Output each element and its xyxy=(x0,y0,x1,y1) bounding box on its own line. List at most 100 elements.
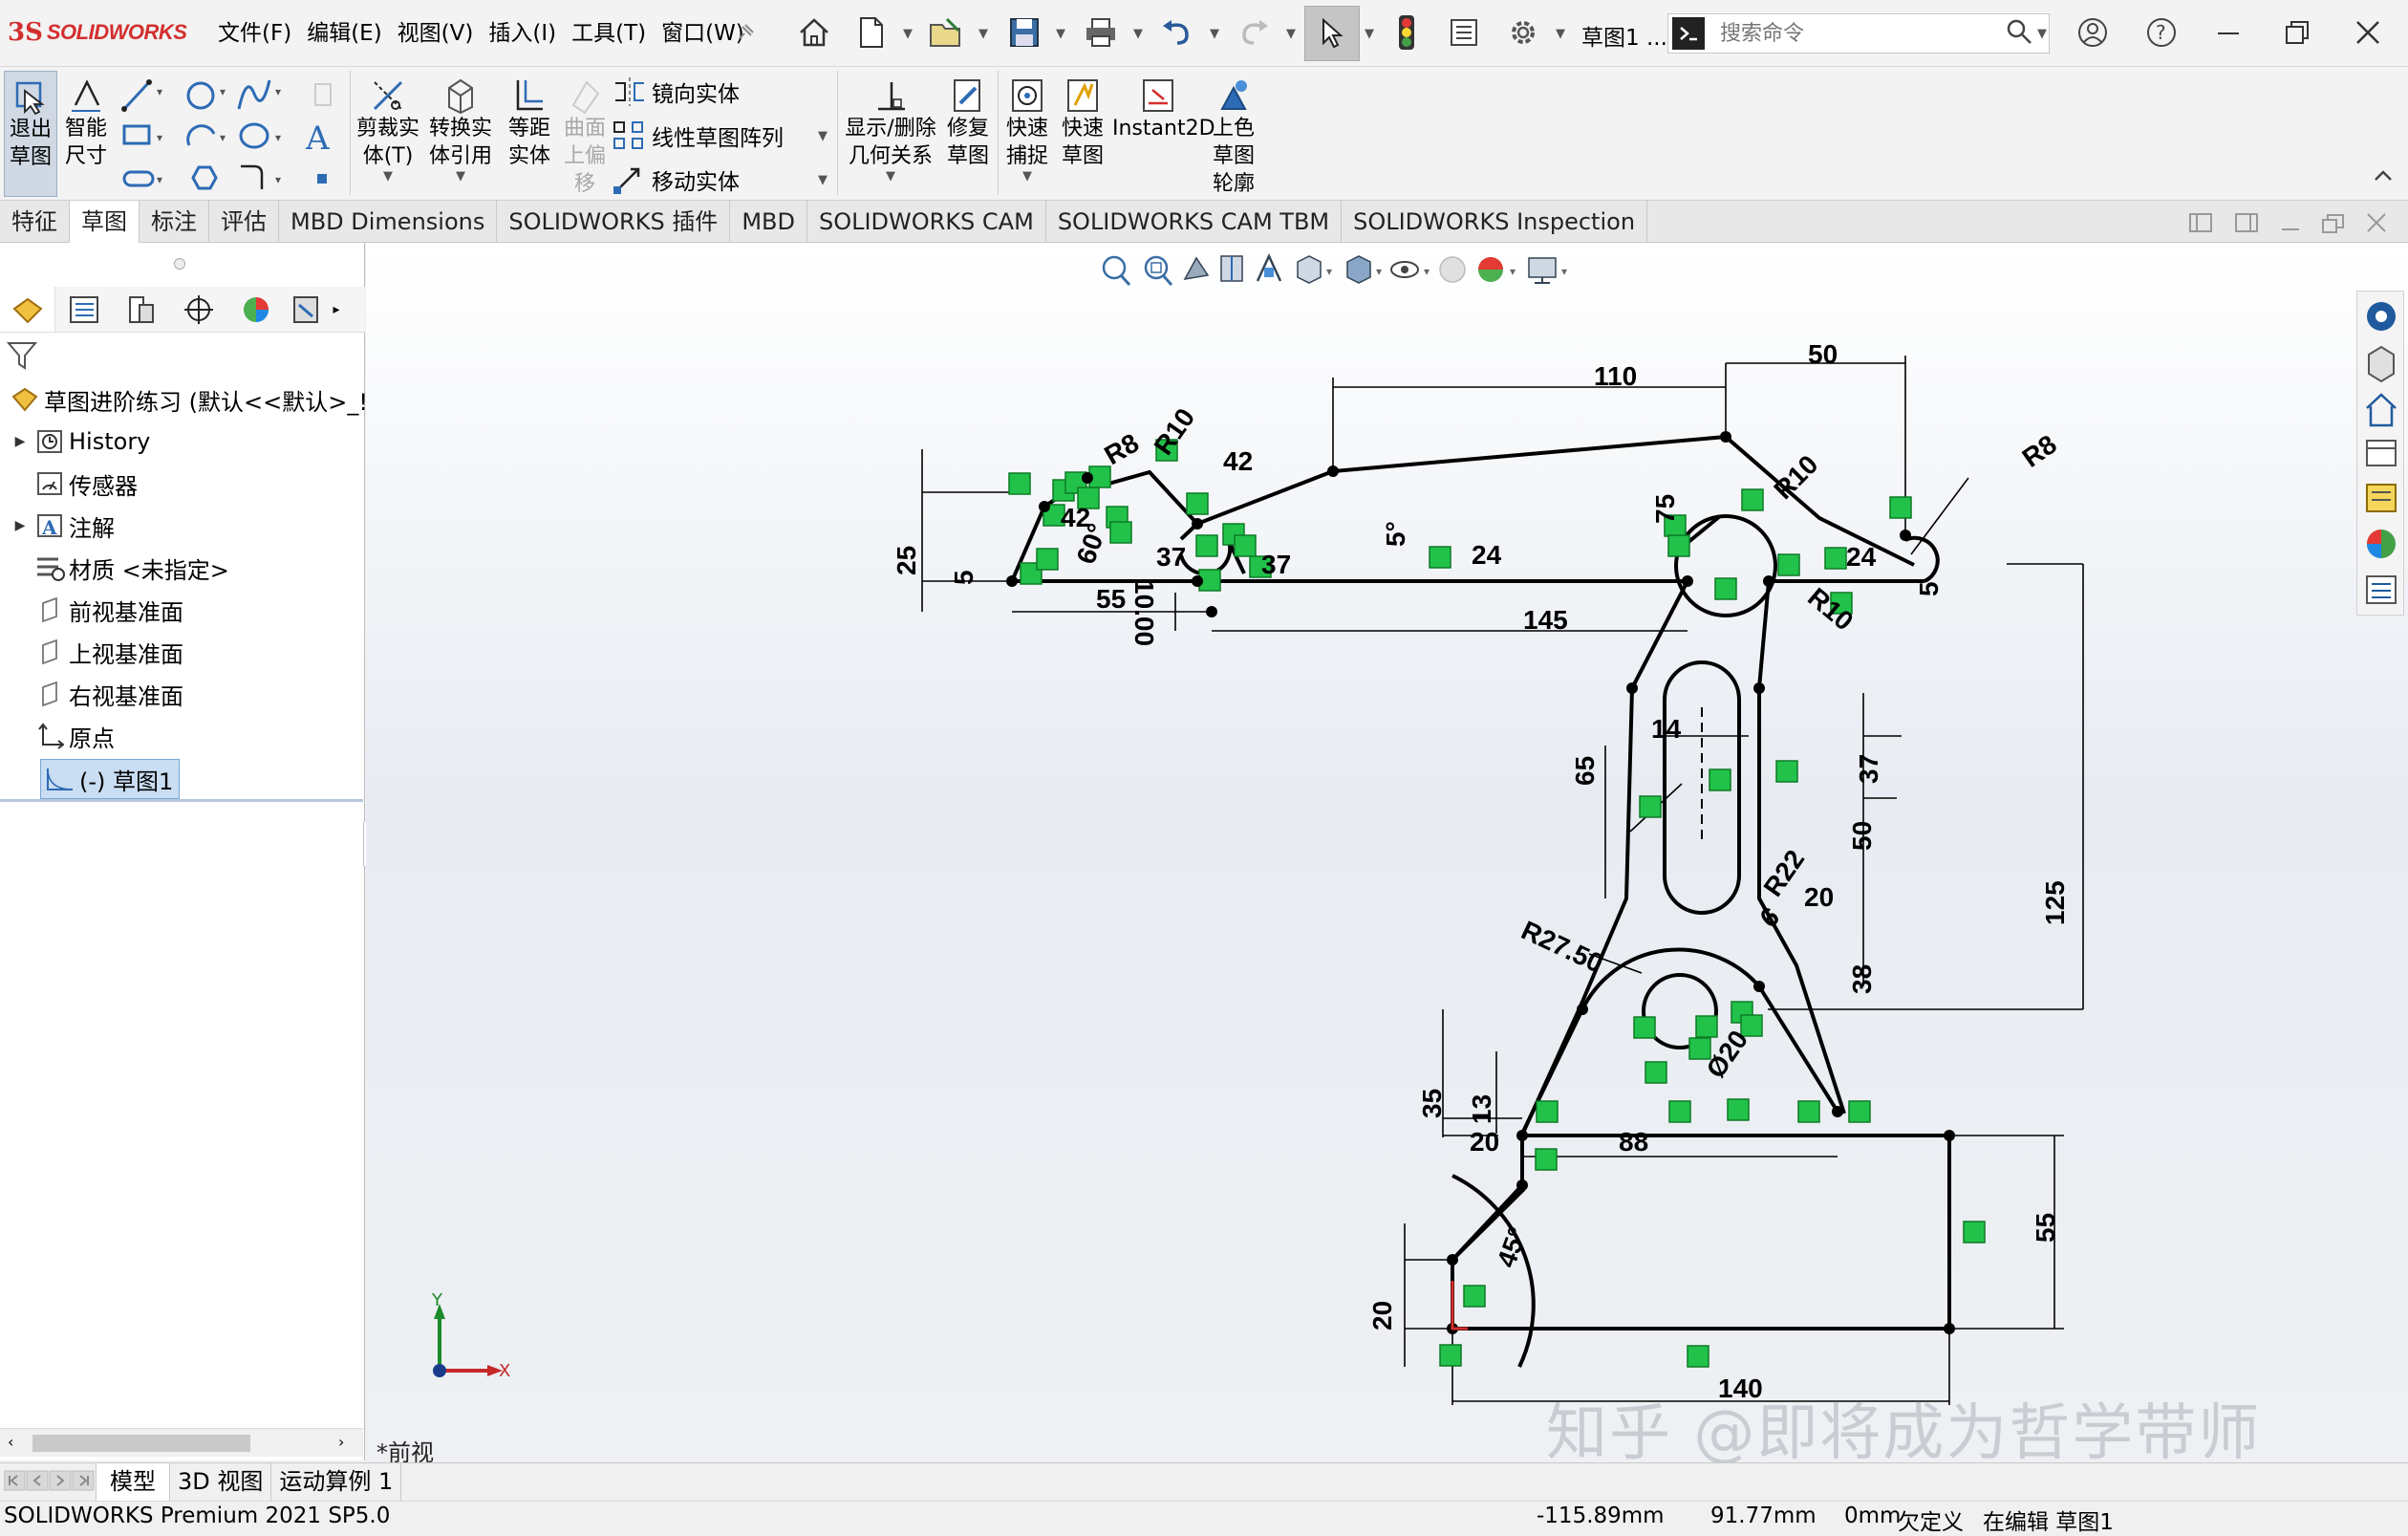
redo-dropdown-chevron-icon[interactable]: ▼ xyxy=(1286,27,1296,41)
dim-d37b[interactable]: 37 xyxy=(1261,550,1291,579)
panel-splitter-handle[interactable] xyxy=(174,258,185,270)
tree-item-history[interactable]: ▶ History xyxy=(10,422,151,461)
menu-insert[interactable]: 插入(I) xyxy=(481,17,564,50)
tab-3d-view[interactable]: 3D 视图 xyxy=(170,1463,272,1502)
menu-edit[interactable]: 编辑(E) xyxy=(299,17,389,50)
dim-d20a[interactable]: 20 xyxy=(1804,882,1834,912)
dim-d35[interactable]: 35 xyxy=(1417,1089,1447,1118)
open-icon[interactable] xyxy=(925,11,967,54)
expand-chevron-icon[interactable]: ▶ xyxy=(10,518,31,533)
tab-solidworks-cam[interactable]: SOLIDWORKS CAM xyxy=(807,201,1046,243)
filter-icon[interactable] xyxy=(6,339,38,372)
polygon-tool-icon[interactable] xyxy=(191,165,218,190)
smart-dimension-button[interactable]: 智能 尺寸 xyxy=(59,71,113,170)
select-dropdown-chevron-icon[interactable]: ▼ xyxy=(1365,27,1374,41)
tree-item-sensors[interactable]: 传感器 xyxy=(31,465,138,503)
scrollbar-thumb[interactable] xyxy=(32,1435,250,1452)
select-arrow-icon[interactable] xyxy=(1304,6,1360,61)
help-icon[interactable]: ? xyxy=(2140,11,2182,54)
linear-pattern-dropdown-chevron-icon[interactable]: ▼ xyxy=(818,129,828,143)
surface-offset-button[interactable]: 曲面 上偏 移 xyxy=(560,71,610,198)
new-document-icon[interactable] xyxy=(850,11,892,54)
dim-d10[interactable]: 10.00 xyxy=(1129,579,1159,646)
scroll-left-chevron-icon[interactable]: ‹ xyxy=(8,1433,13,1451)
save-dropdown-chevron-icon[interactable]: ▼ xyxy=(1056,27,1065,41)
file-properties-icon[interactable] xyxy=(1443,11,1485,54)
dim-r8b[interactable]: R8 xyxy=(2017,429,2062,473)
rebuild-traffic-light-icon[interactable] xyxy=(1386,11,1428,54)
search-icon[interactable] xyxy=(2005,17,2033,50)
convert-dropdown-chevron-icon[interactable]: ▼ xyxy=(426,170,495,184)
rectangle-tool-icon[interactable] xyxy=(122,124,151,145)
dimxpert-tab-icon[interactable] xyxy=(170,287,227,332)
dim-d42a[interactable]: 42 xyxy=(1223,446,1253,476)
menu-tools[interactable]: 工具(T) xyxy=(564,17,654,50)
scroll-right-chevron-icon[interactable]: › xyxy=(338,1433,344,1451)
filter-bar[interactable] xyxy=(6,336,359,375)
tree-item-origin[interactable]: 原点 xyxy=(31,717,115,755)
panel-tabs-more-chevron-icon[interactable]: ▸ xyxy=(327,287,346,332)
dim-r10b[interactable]: R10 xyxy=(1768,449,1823,505)
move-dropdown-chevron-icon[interactable]: ▼ xyxy=(818,173,828,187)
dim-d125[interactable]: 125 xyxy=(2040,880,2070,925)
arc-tool-icon[interactable] xyxy=(186,124,216,146)
repair-sketch-button[interactable]: 修复 草图 xyxy=(942,71,994,170)
dim-d55b[interactable]: 55 xyxy=(2031,1213,2060,1243)
dim-d6[interactable]: 6 xyxy=(1754,901,1785,934)
dim-d24a[interactable]: 24 xyxy=(1472,540,1502,570)
save-icon[interactable] xyxy=(1003,11,1045,54)
dim-d5b[interactable]: 5 xyxy=(1914,581,1944,596)
dim-d50b[interactable]: 50 xyxy=(1847,821,1877,851)
feature-manager-tab-icon[interactable] xyxy=(0,287,55,332)
redo-icon[interactable] xyxy=(1233,11,1275,54)
search-box[interactable]: ▼ xyxy=(1667,13,2050,54)
dim-d55a[interactable]: 55 xyxy=(1096,584,1126,614)
open-dropdown-chevron-icon[interactable]: ▼ xyxy=(978,27,988,41)
dim-d5deg[interactable]: 5° xyxy=(1381,521,1410,547)
dim-r8a[interactable]: R8 xyxy=(1100,427,1145,470)
tab-markup[interactable]: 标注 xyxy=(140,201,209,243)
doc-restore-icon[interactable] xyxy=(2320,212,2347,239)
dim-d24b[interactable]: 24 xyxy=(1846,542,1877,572)
tree-item-material[interactable]: 材质 <未指定> xyxy=(31,549,229,587)
dim-d20c[interactable]: 20 xyxy=(1367,1301,1397,1330)
ellipse-tool-icon[interactable] xyxy=(239,122,269,149)
sketch-canvas[interactable]: 11050R8 R10424225560°10.0037 375°24 2455145… xyxy=(366,243,2408,1460)
cam-tab-icon[interactable] xyxy=(285,287,327,332)
restore-window-icon[interactable] xyxy=(2276,11,2318,54)
tile-left-icon[interactable] xyxy=(2188,212,2215,239)
tree-item-sketch1[interactable]: (-) 草图1 xyxy=(40,759,181,799)
dim-d38[interactable]: 38 xyxy=(1847,964,1877,994)
search-input[interactable] xyxy=(1718,20,2005,47)
rollback-bar[interactable] xyxy=(0,799,363,802)
doc-close-icon[interactable] xyxy=(2364,212,2391,239)
dim-d20b[interactable]: 20 xyxy=(1470,1127,1499,1157)
expand-chevron-icon[interactable]: ▶ xyxy=(10,434,31,449)
dim-d14[interactable]: 14 xyxy=(1651,714,1682,744)
dim-d37a[interactable]: 37 xyxy=(1156,542,1186,572)
tab-model[interactable]: 模型 xyxy=(96,1463,170,1502)
tab-evaluate[interactable]: 评估 xyxy=(209,201,279,243)
move-entities-button[interactable]: 移动实体 ▼ xyxy=(612,161,828,199)
dim-d88[interactable]: 88 xyxy=(1619,1127,1648,1157)
tree-item-top-plane[interactable]: 上视基准面 xyxy=(31,633,183,671)
fillet-tool-icon[interactable] xyxy=(241,164,264,189)
trim-dropdown-chevron-icon[interactable]: ▼ xyxy=(354,170,422,184)
print-dropdown-chevron-icon[interactable]: ▼ xyxy=(1133,27,1143,41)
horizontal-scrollbar[interactable]: ‹ › xyxy=(0,1428,363,1457)
tab-navigation-arrows-icon[interactable] xyxy=(4,1469,96,1492)
dim-d25[interactable]: 25 xyxy=(892,546,921,575)
text-tool-icon[interactable]: A xyxy=(305,119,330,158)
tab-features[interactable]: 特征 xyxy=(0,201,70,243)
user-account-icon[interactable] xyxy=(2072,11,2114,54)
property-manager-tab-icon[interactable] xyxy=(55,287,113,332)
print-icon[interactable] xyxy=(1080,11,1122,54)
point-tool-icon[interactable] xyxy=(317,174,327,184)
rapid-sketch-button[interactable]: 快速 草图 xyxy=(1057,71,1108,170)
tree-root-part[interactable]: 草图进阶练习 (默认<<默认>_! xyxy=(6,380,368,419)
dim-d5a[interactable]: 5 xyxy=(949,570,978,585)
tab-mbd[interactable]: MBD xyxy=(730,201,807,243)
doc-minimize-icon[interactable] xyxy=(2278,212,2305,239)
tree-item-right-plane[interactable]: 右视基准面 xyxy=(31,675,183,713)
options-dropdown-chevron-icon[interactable]: ▼ xyxy=(1556,27,1565,41)
